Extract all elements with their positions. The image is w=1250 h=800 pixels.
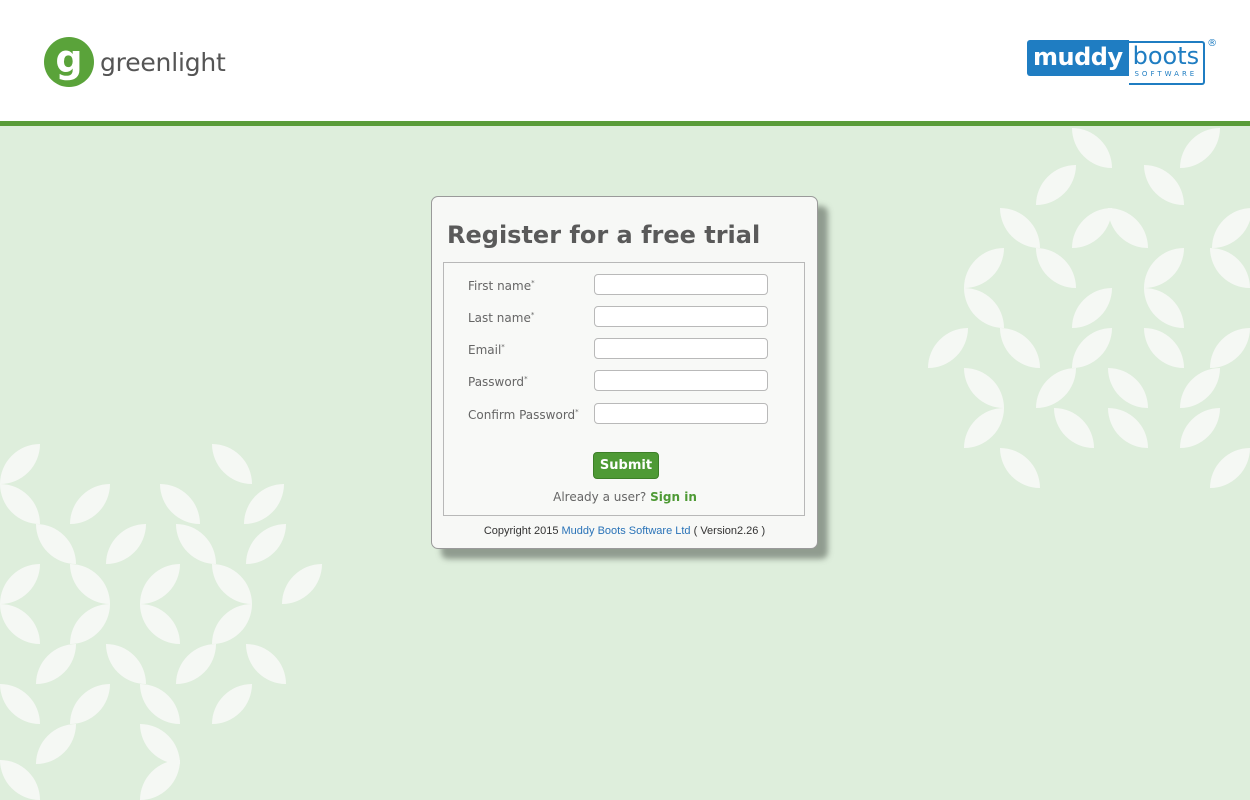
leaf-shape xyxy=(176,524,216,564)
registered-mark: ® xyxy=(1207,38,1218,49)
confirm-password-label: Confirm Password* xyxy=(468,408,579,422)
leaf-shape xyxy=(1180,128,1220,168)
leaf-shape xyxy=(1000,448,1040,488)
confirm-password-field[interactable] xyxy=(594,403,768,424)
greenlight-logo[interactable]: g greenlight xyxy=(44,37,226,87)
muddy-boots-logo-tagline: SOFTWARE xyxy=(1134,70,1198,78)
leaf-shape xyxy=(0,760,40,800)
leaf-shape xyxy=(140,724,180,764)
password-field[interactable] xyxy=(594,370,768,391)
leaf-shape xyxy=(246,644,286,684)
leaf-shape xyxy=(0,444,40,484)
leaf-shape xyxy=(964,248,1004,288)
last-name-row: Last name* xyxy=(468,306,788,330)
registration-form: First name* Last name* Email* Password* … xyxy=(443,262,805,516)
form-title: Register for a free trial xyxy=(447,221,761,249)
leaf-shape xyxy=(246,524,286,564)
leaf-shape xyxy=(1210,448,1250,488)
leaf-shape xyxy=(160,484,200,524)
greenlight-g-mark-icon: g xyxy=(44,37,94,87)
greenlight-wordmark: greenlight xyxy=(100,47,226,77)
leaf-shape xyxy=(244,484,284,524)
top-header: g greenlight muddy boots SOFTWARE ® xyxy=(0,0,1250,126)
leaf-shape xyxy=(140,604,180,644)
leaf-shape xyxy=(106,644,146,684)
copyright-text: Copyright 2015 xyxy=(483,525,559,537)
leaf-shape xyxy=(1108,368,1148,408)
leaf-shape xyxy=(1210,248,1250,288)
leaf-shape xyxy=(0,484,40,524)
email-field[interactable] xyxy=(594,338,768,359)
leaf-shape xyxy=(106,524,146,564)
submit-button[interactable]: Submit xyxy=(593,452,659,479)
leaf-shape xyxy=(1036,248,1076,288)
leaf-shape xyxy=(1144,328,1184,368)
signin-prompt: Already a user? Sign in xyxy=(444,490,806,504)
leaf-shape xyxy=(140,760,180,800)
sign-in-link[interactable]: Sign in xyxy=(650,490,697,504)
version-text: ( Version2.26 ) xyxy=(693,525,766,537)
copyright-footer: Copyright 2015 Muddy Boots Software Ltd … xyxy=(432,525,817,537)
leaf-shape xyxy=(964,408,1004,448)
leaf-shape xyxy=(1000,328,1040,368)
leaf-shape xyxy=(176,644,216,684)
password-row: Password* xyxy=(468,370,788,394)
leaf-shape xyxy=(70,604,110,644)
email-row: Email* xyxy=(468,338,788,362)
leaf-shape xyxy=(1054,408,1094,448)
leaf-shape xyxy=(36,644,76,684)
leaf-shape xyxy=(212,604,252,644)
leaf-shape xyxy=(1072,128,1112,168)
leaf-shape xyxy=(0,604,40,644)
muddy-boots-logo[interactable]: muddy boots SOFTWARE ® xyxy=(1027,38,1218,85)
leaf-shape xyxy=(1072,208,1112,248)
leaf-shape xyxy=(1072,328,1112,368)
muddy-boots-logo-muddy: muddy xyxy=(1027,40,1129,76)
leaf-shape xyxy=(140,684,180,724)
leaf-shape xyxy=(0,684,40,724)
leaf-shape xyxy=(0,564,40,604)
leaf-shape xyxy=(36,524,76,564)
leaf-shape xyxy=(1180,368,1220,408)
leaf-shape xyxy=(1000,208,1040,248)
password-label: Password* xyxy=(468,375,528,389)
leaf-shape xyxy=(70,684,110,724)
leaf-shape xyxy=(1144,248,1184,288)
leaf-shape xyxy=(212,564,252,604)
muddy-boots-logo-boots-box: boots SOFTWARE xyxy=(1128,41,1206,85)
confirm-password-row: Confirm Password* xyxy=(468,403,788,427)
leaf-shape xyxy=(212,444,252,484)
leaf-shape xyxy=(1144,288,1184,328)
leaf-shape xyxy=(282,564,322,604)
leaf-shape xyxy=(964,288,1004,328)
leaf-shape xyxy=(1144,165,1184,205)
first-name-field[interactable] xyxy=(594,274,768,295)
leaf-shape xyxy=(212,684,252,724)
first-name-row: First name* xyxy=(468,274,788,298)
leaf-shape xyxy=(1210,328,1250,368)
leaf-shape xyxy=(1212,208,1250,248)
email-label: Email* xyxy=(468,343,505,357)
first-name-label: First name* xyxy=(468,279,535,293)
register-card: Register for a free trial First name* La… xyxy=(431,196,818,549)
muddy-boots-logo-boots: boots xyxy=(1132,42,1200,70)
leaf-shape xyxy=(1180,408,1220,448)
last-name-field[interactable] xyxy=(594,306,768,327)
company-link[interactable]: Muddy Boots Software Ltd xyxy=(562,525,691,537)
leaf-shape xyxy=(140,564,180,604)
leaf-shape xyxy=(70,484,110,524)
leaf-shape xyxy=(36,724,76,764)
leaf-shape xyxy=(1072,288,1112,328)
leaf-shape xyxy=(928,328,968,368)
leaf-shape xyxy=(964,368,1004,408)
leaf-shape xyxy=(70,564,110,604)
signin-prompt-text: Already a user? xyxy=(553,490,647,504)
leaf-shape xyxy=(1036,165,1076,205)
leaf-shape xyxy=(1036,368,1076,408)
last-name-label: Last name* xyxy=(468,311,535,325)
leaf-shape xyxy=(1108,208,1148,248)
leaf-shape xyxy=(1108,408,1148,448)
